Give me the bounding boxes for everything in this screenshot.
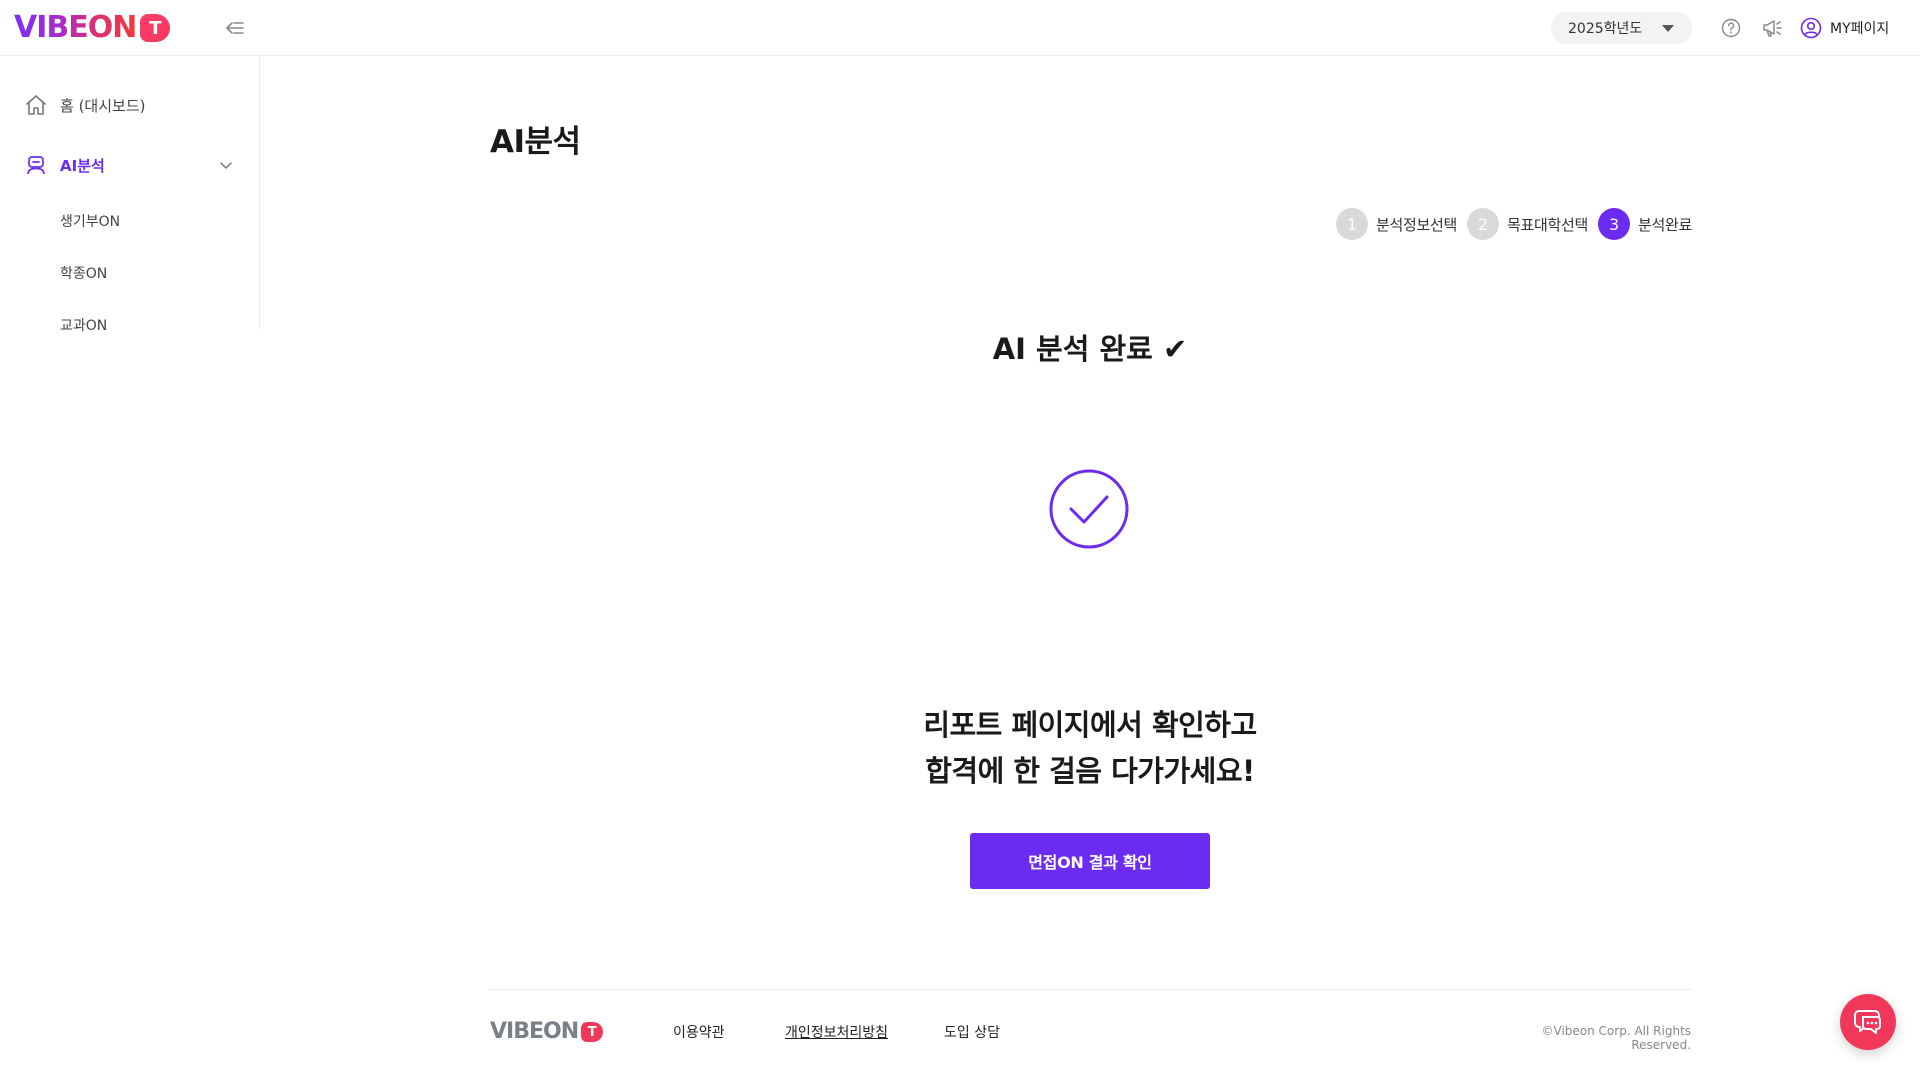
step-number: 2: [1467, 208, 1500, 240]
progress-stepper: 1 분석정보선택 2 목표대학선택 3 분석완료: [1336, 208, 1692, 240]
step-3: 3 분석완료: [1598, 208, 1692, 240]
view-result-button[interactable]: 면접ON 결과 확인: [970, 833, 1210, 889]
help-button[interactable]: [1719, 16, 1743, 40]
step-label: 분석완료: [1638, 215, 1693, 234]
sidebar-collapse-button[interactable]: [222, 16, 248, 40]
sidebar-item-label: 홈 (대시보드): [60, 96, 146, 115]
mypage-link[interactable]: MY페이지: [1800, 16, 1889, 40]
footer-logo: VIBEON T: [490, 1019, 604, 1044]
caret-down-icon: [1662, 25, 1674, 32]
terms-link[interactable]: 이용약관: [673, 1022, 725, 1042]
mypage-label: MY페이지: [1830, 21, 1890, 37]
consulting-link[interactable]: 도입 상담: [944, 1022, 1000, 1042]
step-number: 3: [1598, 208, 1631, 240]
school-year-value: 2025학년도: [1568, 21, 1643, 37]
robot-icon: [27, 156, 45, 175]
chat-button[interactable]: [1840, 994, 1896, 1050]
sidebar-subitem-hakjong[interactable]: 학종ON: [60, 263, 107, 283]
top-header: VIBEON T 2025학년도 MY페이지: [0, 0, 1920, 56]
page-title: AI분석: [490, 124, 581, 160]
home-icon: [26, 95, 46, 115]
step-2: 2 목표대학선택: [1467, 208, 1588, 240]
help-circle-icon: [1721, 18, 1741, 38]
sidebar-item-label: AI분석: [60, 156, 105, 175]
logo-badge: T: [140, 14, 171, 42]
notice-button[interactable]: [1760, 16, 1784, 40]
user-circle-icon: [1800, 17, 1822, 39]
footer-logo-badge: T: [581, 1022, 604, 1042]
sidebar-item-ai-analysis[interactable]: AI분석: [24, 153, 105, 177]
collapse-menu-icon: [226, 22, 244, 34]
privacy-policy-link[interactable]: 개인정보처리방침: [785, 1022, 888, 1042]
sidebar-item-home[interactable]: 홈 (대시보드): [24, 93, 145, 117]
message-line-2: 합격에 한 걸음 다가가세요!: [925, 754, 1255, 788]
step-1: 1 분석정보선택: [1336, 208, 1457, 240]
footer-logo-text: VIBEON: [490, 1019, 579, 1044]
school-year-select[interactable]: 2025학년도: [1551, 12, 1692, 44]
vibeon-logo[interactable]: VIBEON T: [14, 10, 171, 45]
sidebar-subitem-gyogwa[interactable]: 교과ON: [60, 315, 107, 335]
message-line-1: 리포트 페이지에서 확인하고: [923, 708, 1257, 742]
check-circle-icon: [1049, 469, 1129, 549]
step-label: 목표대학선택: [1507, 215, 1589, 234]
step-number: 1: [1336, 208, 1368, 240]
megaphone-icon: [1763, 20, 1782, 37]
sidebar: 홈 (대시보드) AI분석 생기부ON 학종ON 교과ON: [0, 57, 260, 334]
copyright-text: ©Vibeon Corp. All Rights Reserved.: [1541, 1024, 1691, 1052]
logo-text: VIBEON: [14, 10, 137, 45]
sidebar-subitem-saenggibu[interactable]: 생기부ON: [60, 211, 120, 231]
completion-message: 리포트 페이지에서 확인하고 합격에 한 걸음 다가가세요!: [850, 702, 1330, 794]
footer-divider: [490, 989, 1691, 990]
chevron-down-icon[interactable]: [218, 157, 234, 173]
step-label: 분석정보선택: [1376, 215, 1458, 234]
analysis-complete-title: AI 분석 완료 ✔: [992, 332, 1188, 366]
chat-bubble-icon: [1854, 1010, 1881, 1034]
